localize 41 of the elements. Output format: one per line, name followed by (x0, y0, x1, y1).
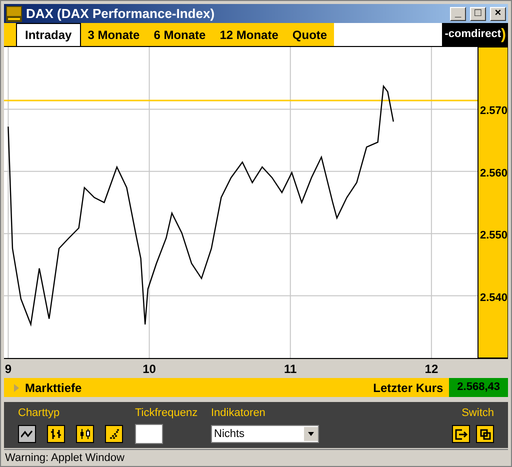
line-chart-icon (21, 430, 33, 438)
x-tick-label: 9 (4, 362, 12, 376)
x-tick-label: 12 (424, 362, 438, 376)
x-tick-label: 10 (142, 362, 156, 376)
tick-frequency-field[interactable] (135, 424, 163, 444)
switch-label: Switch (462, 406, 494, 420)
tab[interactable]: 3 Monate (80, 23, 147, 46)
window-control-button[interactable]: □ (470, 6, 486, 20)
window-control-button[interactable]: × (490, 6, 506, 20)
indicators-label: Indikatoren (211, 406, 266, 420)
chart-type-button[interactable] (18, 425, 36, 443)
app-icon (6, 6, 22, 22)
indicator-select[interactable]: Nichts (211, 425, 319, 443)
switch-button[interactable] (452, 425, 470, 443)
chart-type-button[interactable] (76, 425, 94, 443)
tab[interactable]: 12 Monate (212, 23, 286, 46)
market-depth-label[interactable]: Markttiefe (25, 378, 374, 397)
tab[interactable]: 6 Monate (146, 23, 213, 46)
last-price-value: 2.568,43 (449, 378, 508, 397)
window-title: DAX (DAX Performance-Index) (26, 4, 216, 23)
chart-type-button[interactable] (105, 425, 123, 443)
dot-chart-icon (108, 429, 120, 439)
detach-icon (454, 428, 468, 440)
switch-button[interactable] (476, 425, 494, 443)
chart-type-button[interactable] (47, 425, 65, 443)
x-tick-label: 11 (284, 362, 297, 376)
y-tick-label: 2.570 (480, 106, 508, 118)
windows-icon (480, 428, 490, 440)
window-control-button[interactable]: _ (450, 6, 466, 20)
y-tick-label: 2.550 (480, 230, 508, 242)
last-price-label: Letzter Kurs (373, 380, 444, 397)
y-tick-label: 2.540 (480, 292, 508, 304)
tab[interactable]: Intraday (16, 23, 81, 46)
candlestick-icon (79, 429, 91, 439)
bar-chart-icon (50, 429, 62, 439)
tick-frequency-label: Tickfrequenz (135, 406, 199, 420)
y-tick-label: 2.560 (480, 168, 508, 180)
brand-logo: -comdirect) (442, 23, 508, 46)
tab[interactable]: Quote (285, 23, 334, 46)
chart-type-label: Charttyp (18, 406, 61, 420)
status-bar: Warning: Applet Window (4, 449, 508, 466)
